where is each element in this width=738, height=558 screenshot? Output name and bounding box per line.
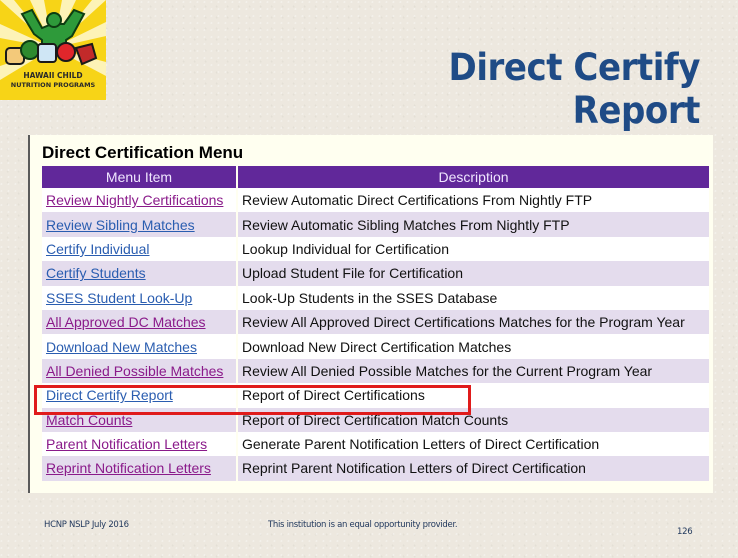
menu-link[interactable]: Review Sibling Matches	[46, 217, 195, 233]
table-row: Review Sibling Matches Review Automatic S…	[42, 212, 709, 237]
svg-text:HAWAII CHILD: HAWAII CHILD	[23, 71, 82, 80]
menu-link[interactable]: Certify Individual	[46, 241, 150, 257]
description-cell: Download New Direct Certification Matche…	[238, 334, 709, 359]
table-row: Certify Students Upload Student File for …	[42, 261, 709, 286]
menu-link[interactable]: SSES Student Look-Up	[46, 290, 192, 306]
menu-item-cell: Parent Notification Letters	[42, 431, 236, 457]
menu-item-cell: SSES Student Look-Up	[42, 285, 236, 310]
logo-graphic: HAWAII CHILD NUTRITION PROGRAMS	[0, 0, 106, 89]
menu-link[interactable]: All Approved DC Matches	[46, 314, 206, 330]
menu-item-cell: Download New Matches	[42, 334, 236, 359]
menu-item-cell: Review Nightly Certifications	[42, 188, 236, 213]
menu-item-cell: All Denied Possible Matches	[42, 358, 236, 384]
hawaii-child-nutrition-logo: HAWAII CHILD NUTRITION PROGRAMS	[0, 0, 106, 100]
menu-table: Menu Item Description Review Nightly Cer…	[40, 166, 711, 481]
page-number: 126	[677, 527, 693, 537]
menu-link[interactable]: Download New Matches	[46, 339, 197, 355]
description-cell: Review All Denied Possible Matches for t…	[238, 358, 709, 384]
table-row: Download New Matches Download New Direct …	[42, 334, 709, 359]
menu-link[interactable]: Reprint Notification Letters	[46, 460, 211, 476]
description-cell: Review Automatic Direct Certifications F…	[238, 188, 709, 213]
table-row: Certify Individual Lookup Individual for …	[42, 236, 709, 262]
menu-link[interactable]: Certify Students	[46, 265, 146, 281]
highlight-box	[34, 385, 471, 415]
description-cell: Review All Approved Direct Certification…	[238, 309, 709, 335]
menu-link[interactable]: Review Nightly Certifications	[46, 192, 223, 208]
svg-text:NUTRITION PROGRAMS: NUTRITION PROGRAMS	[11, 81, 96, 89]
description-cell: Look-Up Students in the SSES Database	[238, 285, 709, 310]
slide-title: Direct Certify Report	[448, 46, 701, 132]
menu-table-header: Menu Item Description	[42, 166, 709, 188]
column-header-menu-item: Menu Item	[42, 166, 236, 188]
footer-equal-opportunity: This institution is an equal opportunity…	[268, 520, 458, 530]
table-row: Review Nightly Certifications Review Auto…	[42, 188, 709, 213]
table-row: Parent Notification Letters Generate Pare…	[42, 431, 709, 457]
description-cell: Review Automatic Sibling Matches From Ni…	[238, 212, 709, 237]
menu-item-cell: Reprint Notification Letters	[42, 456, 236, 481]
table-row: All Approved DC Matches Review All Approv…	[42, 309, 709, 335]
menu-item-cell: Certify Individual	[42, 236, 236, 262]
table-row: SSES Student Look-Up Look-Up Students in …	[42, 285, 709, 310]
description-cell: Generate Parent Notification Letters of …	[238, 431, 709, 457]
footer-date: HCNP NSLP July 2016	[44, 520, 129, 530]
menu-item-cell: Review Sibling Matches	[42, 212, 236, 237]
menu-link[interactable]: All Denied Possible Matches	[46, 363, 223, 379]
menu-item-cell: Certify Students	[42, 261, 236, 286]
column-header-description: Description	[238, 166, 709, 188]
menu-item-cell: All Approved DC Matches	[42, 309, 236, 335]
description-cell: Lookup Individual for Certification	[238, 236, 709, 262]
table-row: Reprint Notification Letters Reprint Pare…	[42, 456, 709, 481]
description-cell: Upload Student File for Certification	[238, 261, 709, 286]
direct-certification-menu-panel: Direct Certification Menu Menu Item Desc…	[28, 135, 713, 493]
description-cell: Reprint Parent Notification Letters of D…	[238, 456, 709, 481]
menu-link[interactable]: Parent Notification Letters	[46, 436, 207, 452]
menu-heading: Direct Certification Menu	[42, 143, 244, 162]
table-row: All Denied Possible Matches Review All De…	[42, 358, 709, 384]
